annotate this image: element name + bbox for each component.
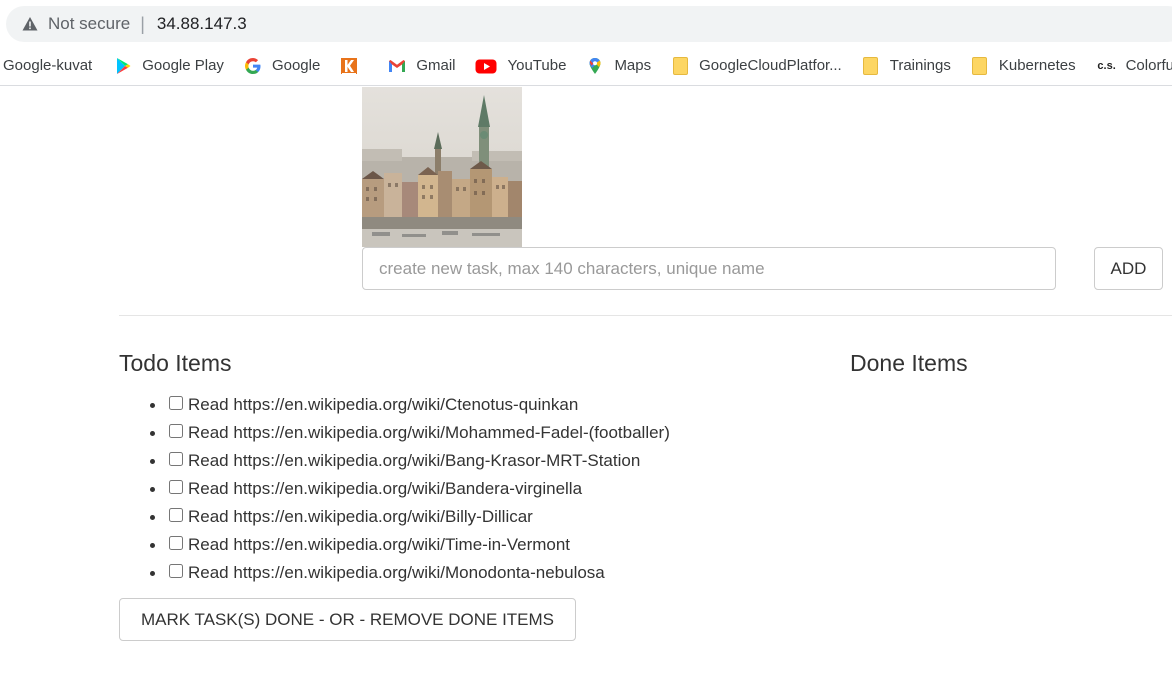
address-bar[interactable]: Not secure | 34.88.147.3 (6, 6, 1172, 42)
todo-item-label: Read https://en.wikipedia.org/wiki/Bande… (188, 479, 583, 498)
gmail-icon (389, 59, 406, 72)
bookmark-label: Google Play (142, 57, 224, 74)
bookmark-label: GoogleCloudPlatfor... (699, 57, 842, 74)
bookmark-label: Gmail (416, 57, 456, 74)
todo-item: Read https://en.wikipedia.org/wiki/Billy… (150, 503, 670, 531)
todo-items-heading: Todo Items (119, 350, 232, 376)
new-task-input[interactable] (362, 247, 1056, 290)
bookmark-label: YouTube (507, 57, 567, 74)
bookmark-label: Maps (614, 57, 652, 74)
cs-icon: c.s. (1097, 59, 1116, 72)
section-divider (119, 315, 1172, 316)
security-label[interactable]: Not secure (48, 14, 130, 34)
todo-checkbox[interactable] (169, 424, 183, 438)
header-image (362, 87, 522, 247)
todo-item-label: Read https://en.wikipedia.org/wiki/Bang-… (188, 451, 641, 470)
bullet (150, 515, 155, 520)
todo-checkbox[interactable] (169, 396, 183, 410)
youtube-icon (475, 59, 497, 73)
todo-checkbox[interactable] (169, 508, 183, 522)
mark-done-button[interactable]: MARK TASK(S) DONE - OR - REMOVE DONE ITE… (119, 598, 576, 641)
bullet (150, 571, 155, 576)
bullet (150, 403, 155, 408)
bookmark-label: Google (271, 57, 321, 74)
todo-item: Read https://en.wikipedia.org/wiki/Monod… (150, 559, 670, 587)
todo-checkbox[interactable] (169, 536, 183, 550)
todo-item: Read https://en.wikipedia.org/wiki/Cteno… (150, 391, 670, 419)
url-text[interactable]: 34.88.147.3 (157, 14, 247, 34)
warning-triangle-icon[interactable] (22, 16, 38, 32)
bullet (150, 431, 155, 436)
google-g-icon (244, 57, 261, 74)
bullet (150, 459, 155, 464)
bullet (150, 487, 155, 492)
todo-checkbox[interactable] (169, 480, 183, 494)
todo-item-label: Read https://en.wikipedia.org/wiki/Monod… (188, 563, 605, 582)
todo-item: Read https://en.wikipedia.org/wiki/Moham… (150, 419, 670, 447)
k-icon (341, 57, 358, 74)
bookmark-maps[interactable]: Maps (586, 52, 651, 80)
maps-pin-icon (589, 57, 601, 74)
bookmark-google[interactable]: Google (244, 52, 320, 80)
bookmark-gmail[interactable]: Gmail (388, 52, 455, 80)
address-separator: | (140, 13, 145, 34)
todo-item-label: Read https://en.wikipedia.org/wiki/Cteno… (188, 395, 579, 414)
bookmarks-bar: Google-kuvat Google Play Google Gmail Yo… (0, 46, 1172, 86)
bookmark-folder-gcp[interactable]: GoogleCloudPlatfor... (671, 52, 842, 80)
bookmark-google-kuvat[interactable]: Google-kuvat (3, 52, 92, 80)
todo-item: Read https://en.wikipedia.org/wiki/Bande… (150, 475, 670, 503)
bookmark-label: Kubernetes (998, 57, 1076, 74)
bookmark-youtube[interactable]: YouTube (475, 52, 566, 80)
city-skyline-image (362, 87, 522, 247)
todo-checkbox[interactable] (169, 452, 183, 466)
folder-icon (972, 56, 988, 75)
browser-toolbar: Not secure | 34.88.147.3 (0, 0, 1172, 46)
todo-item-label: Read https://en.wikipedia.org/wiki/Time-… (188, 535, 571, 554)
todo-item-label: Read https://en.wikipedia.org/wiki/Billy… (188, 507, 533, 526)
todo-list: Read https://en.wikipedia.org/wiki/Cteno… (150, 391, 670, 587)
bookmark-k[interactable] (340, 52, 368, 80)
bookmark-label: Colorfu (1125, 57, 1172, 74)
bookmark-folder-kubernetes[interactable]: Kubernetes (971, 52, 1076, 80)
todo-item: Read https://en.wikipedia.org/wiki/Time-… (150, 531, 670, 559)
done-items-heading: Done Items (850, 350, 968, 376)
bookmark-label: Trainings (889, 57, 951, 74)
bookmark-label: Google-kuvat (3, 57, 93, 74)
bookmark-folder-trainings[interactable]: Trainings (862, 52, 951, 80)
bullet (150, 543, 155, 548)
folder-icon (672, 56, 688, 75)
google-play-icon (117, 57, 131, 74)
bookmark-google-play[interactable]: Google Play (114, 52, 224, 80)
folder-icon (863, 56, 879, 75)
bookmark-colorful[interactable]: c.s. Colorfu (1096, 52, 1172, 80)
todo-item: Read https://en.wikipedia.org/wiki/Bang-… (150, 447, 670, 475)
todo-checkbox[interactable] (169, 564, 183, 578)
add-button[interactable]: ADD (1094, 247, 1163, 290)
todo-item-label: Read https://en.wikipedia.org/wiki/Moham… (188, 423, 670, 442)
